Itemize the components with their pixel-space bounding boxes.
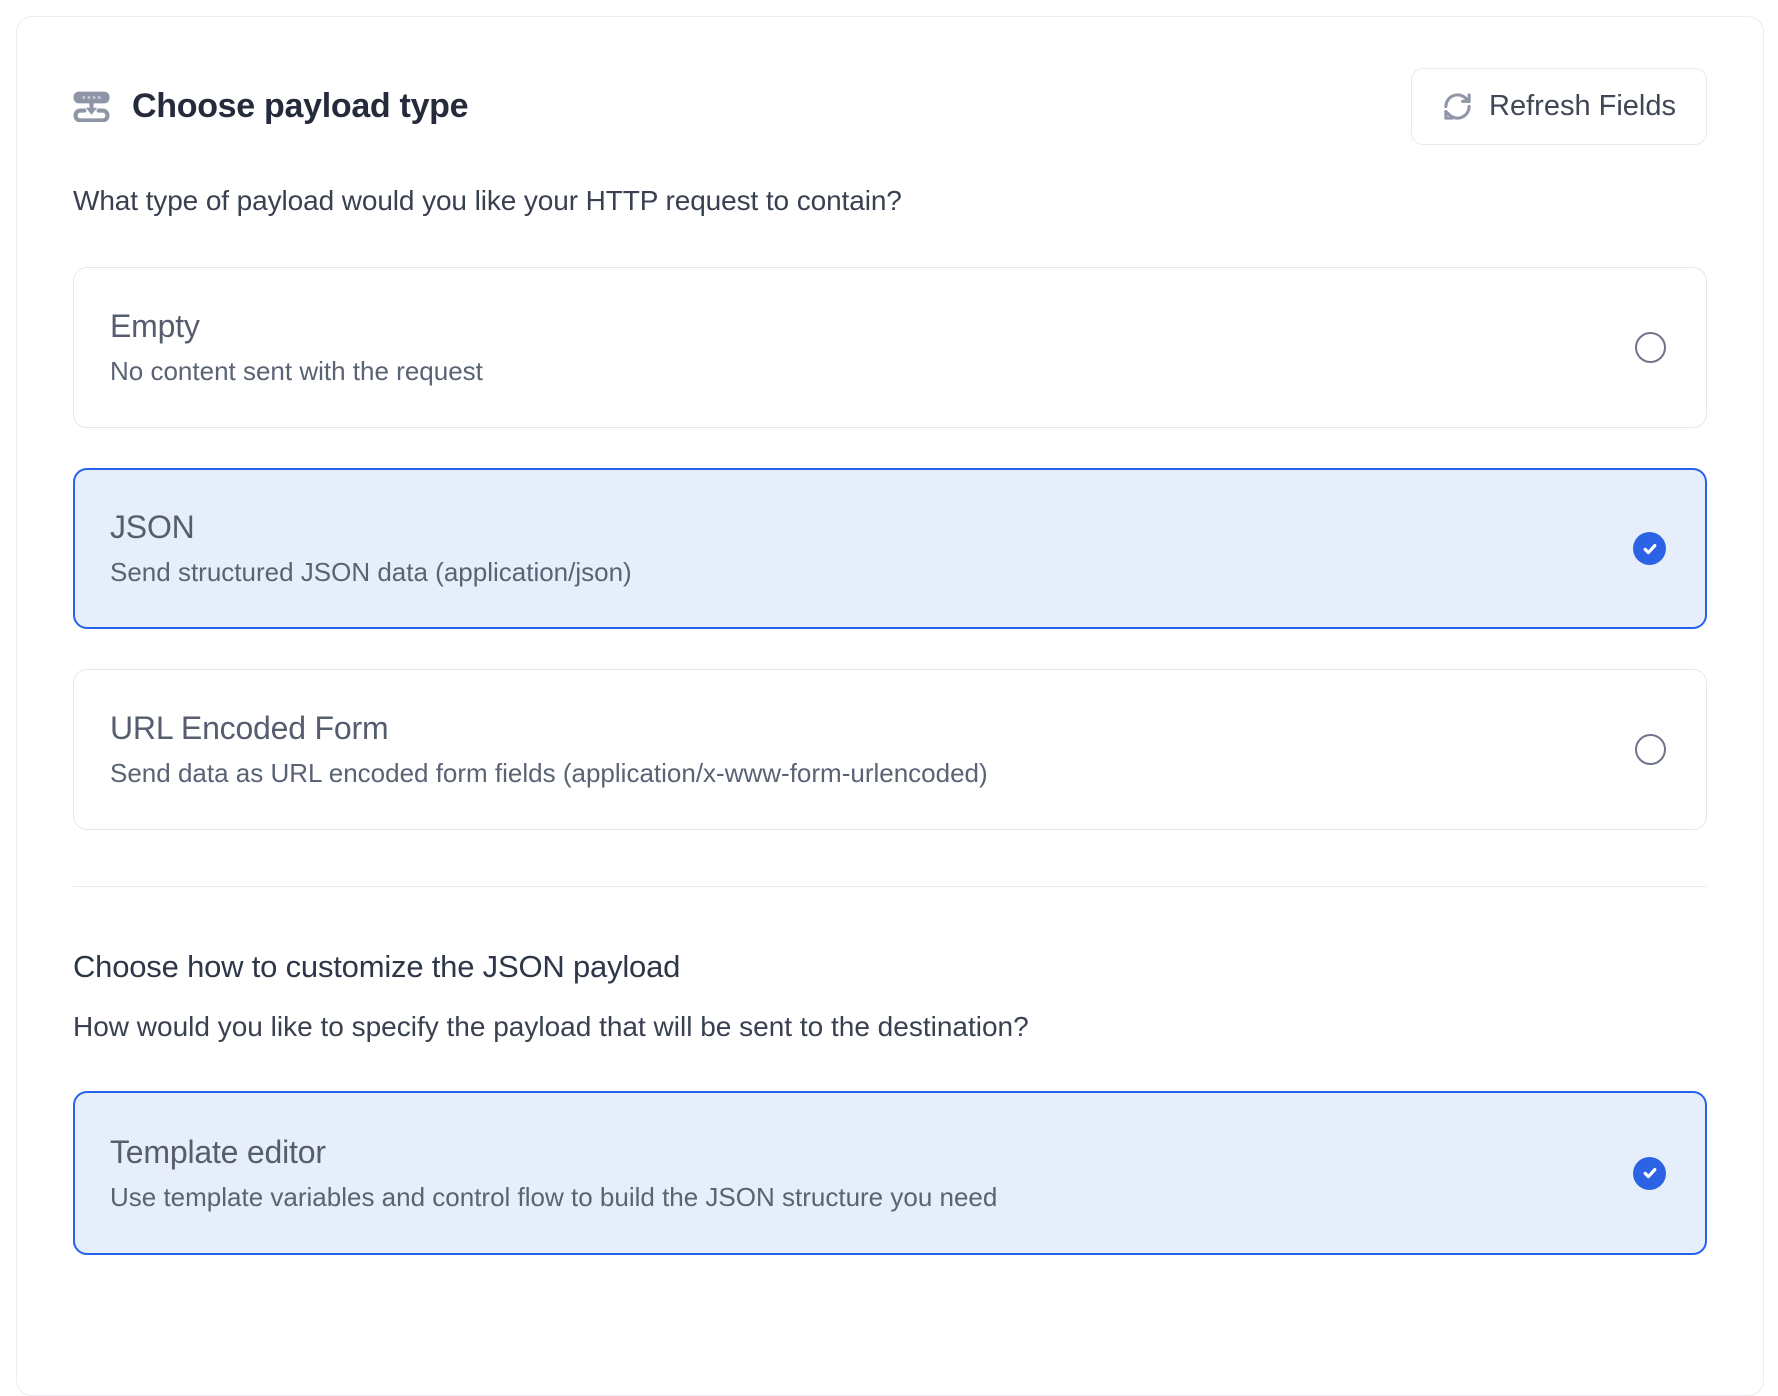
option-card-url-encoded-form[interactable]: URL Encoded Form Send data as URL encode… — [73, 669, 1707, 830]
refresh-fields-button[interactable]: Refresh Fields — [1411, 68, 1707, 145]
radio-unselected-icon[interactable] — [1635, 734, 1666, 765]
option-title: URL Encoded Form — [110, 710, 1635, 747]
option-title: Empty — [110, 308, 1635, 345]
radio-selected-check-icon[interactable] — [1633, 532, 1666, 565]
panel-header: Choose payload type Refresh Fields — [73, 67, 1707, 145]
payload-tray-icon — [73, 91, 110, 122]
option-title: Template editor — [110, 1134, 1633, 1171]
customize-options: Template editor Use template variables a… — [73, 1091, 1707, 1255]
refresh-icon — [1442, 91, 1473, 122]
customize-section-question: How would you like to specify the payloa… — [73, 1011, 1707, 1043]
payload-config-panel: Choose payload type Refresh Fields What … — [16, 16, 1764, 1396]
option-description: Send data as URL encoded form fields (ap… — [110, 758, 1635, 789]
option-description: No content sent with the request — [110, 356, 1635, 387]
header-title-group: Choose payload type — [73, 87, 468, 126]
option-text: Empty No content sent with the request — [110, 308, 1635, 387]
option-description: Send structured JSON data (application/j… — [110, 557, 1633, 588]
payload-type-question: What type of payload would you like your… — [73, 185, 1707, 217]
page-title: Choose payload type — [132, 87, 468, 126]
option-card-json[interactable]: JSON Send structured JSON data (applicat… — [73, 468, 1707, 629]
payload-type-options: Empty No content sent with the request J… — [73, 267, 1707, 830]
refresh-button-label: Refresh Fields — [1489, 90, 1676, 123]
customize-section-heading: Choose how to customize the JSON payload — [73, 949, 1707, 985]
radio-unselected-icon[interactable] — [1635, 332, 1666, 363]
option-text: JSON Send structured JSON data (applicat… — [110, 509, 1633, 588]
option-card-template-editor[interactable]: Template editor Use template variables a… — [73, 1091, 1707, 1255]
option-text: URL Encoded Form Send data as URL encode… — [110, 710, 1635, 789]
option-card-empty[interactable]: Empty No content sent with the request — [73, 267, 1707, 428]
option-description: Use template variables and control flow … — [110, 1182, 1633, 1213]
radio-selected-check-icon[interactable] — [1633, 1157, 1666, 1190]
option-text: Template editor Use template variables a… — [110, 1134, 1633, 1213]
section-divider — [73, 886, 1707, 887]
option-title: JSON — [110, 509, 1633, 546]
